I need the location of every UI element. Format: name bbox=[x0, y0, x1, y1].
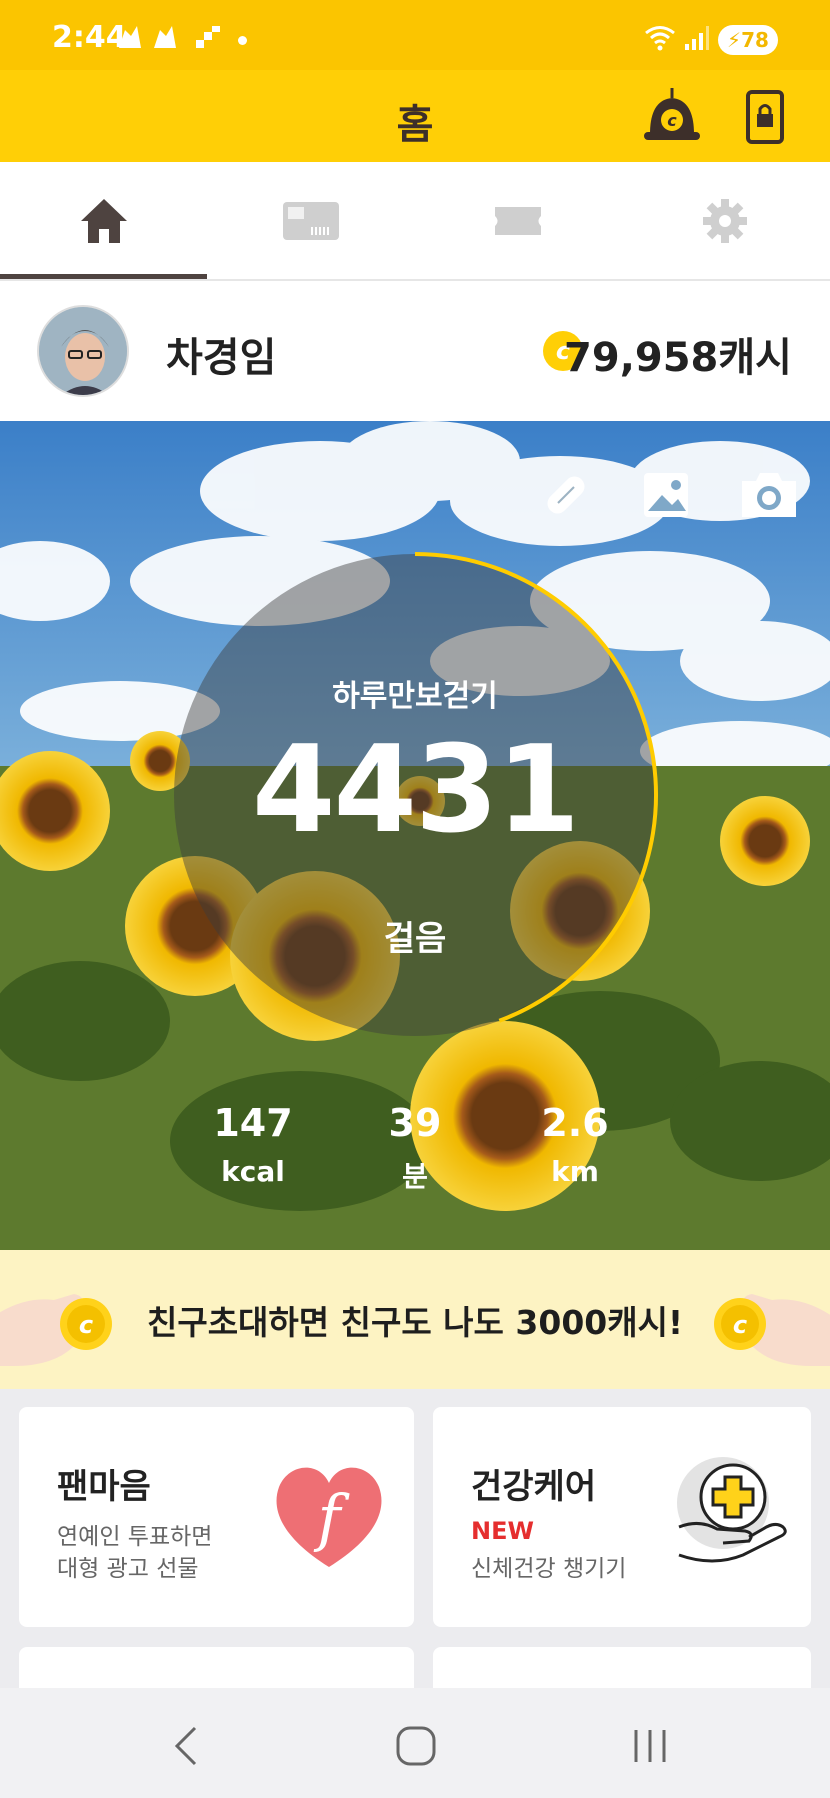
avatar-photo bbox=[39, 307, 127, 395]
gift-card-icon bbox=[282, 201, 339, 240]
stat-minutes-value: 39 bbox=[388, 1101, 442, 1145]
recents-icon bbox=[634, 1730, 666, 1762]
tab-ticket[interactable] bbox=[414, 162, 621, 279]
card-health[interactable]: 건강케어 NEW 신체건강 챙기기 bbox=[433, 1407, 811, 1627]
page-title: 홈 bbox=[396, 102, 434, 148]
card-health-new-badge: NEW bbox=[471, 1517, 534, 1545]
card-fanmaum-title: 팬마음 bbox=[57, 1467, 151, 1507]
invite-banner-text: 친구초대하면 친구도 나도 3000캐시! bbox=[146, 1303, 684, 1342]
profile-row: 차경임 c 79,958캐시 bbox=[0, 281, 830, 421]
battery-bolt-icon: ⚡ bbox=[727, 28, 742, 52]
tab-settings[interactable] bbox=[621, 162, 828, 279]
card-health-title: 건강케어 bbox=[471, 1467, 597, 1507]
card-fanmaum-desc-1: 연예인 투표하면 bbox=[57, 1524, 213, 1550]
home-circle-icon bbox=[396, 1726, 436, 1766]
phone-lock-icon[interactable] bbox=[745, 90, 785, 144]
home-icon bbox=[80, 198, 127, 243]
stat-distance-unit: km bbox=[551, 1155, 599, 1188]
stat-distance-value: 2.6 bbox=[541, 1101, 609, 1145]
back-button[interactable] bbox=[156, 1716, 216, 1776]
cash-bell-icon[interactable]: c bbox=[640, 84, 704, 148]
card-health-desc: 신체건강 챙기기 bbox=[471, 1556, 627, 1582]
battery-level: 78 bbox=[741, 28, 769, 52]
back-icon bbox=[174, 1726, 197, 1766]
card-fanmaum-desc-2: 대형 광고 선물 bbox=[57, 1556, 199, 1582]
gauge-label: 하루만보걷기 bbox=[332, 679, 498, 714]
stat-distance: 2.6 km bbox=[505, 1101, 645, 1188]
svg-text:c: c bbox=[733, 1311, 747, 1339]
cash-balance[interactable]: 79,958캐시 bbox=[564, 325, 792, 383]
stat-minutes-unit: 분 bbox=[402, 1160, 428, 1193]
wifi-icon bbox=[645, 26, 675, 51]
signal-icon bbox=[685, 26, 709, 50]
step-count: 4431 bbox=[252, 721, 580, 860]
step-hero: 하루만보걷기 4431 걸음 147 kcal 39 분 2.6 km bbox=[0, 421, 830, 1250]
fanmaum-heart-icon: f bbox=[276, 1467, 382, 1567]
cash-app-icon bbox=[154, 26, 176, 48]
username: 차경임 bbox=[166, 335, 277, 381]
avatar[interactable] bbox=[37, 305, 129, 397]
cash-app-icon bbox=[119, 26, 141, 48]
app-bar: 홈 c bbox=[0, 70, 830, 162]
tab-bar bbox=[0, 162, 830, 281]
step-unit: 걸음 bbox=[383, 919, 447, 959]
tab-coupon[interactable] bbox=[207, 162, 414, 279]
stat-calories-value: 147 bbox=[213, 1101, 293, 1145]
tab-indicator bbox=[0, 274, 207, 279]
card-fanmaum[interactable]: 팬마음 연예인 투표하면 대형 광고 선물 f bbox=[19, 1407, 414, 1627]
hand-coin-icon: c bbox=[714, 1294, 830, 1366]
invite-banner[interactable]: c 친구초대하면 친구도 나도 3000캐시! c bbox=[0, 1250, 830, 1389]
stat-minutes: 39 분 bbox=[345, 1101, 485, 1195]
ticket-icon bbox=[494, 206, 541, 235]
more-notifications-dot bbox=[238, 36, 247, 45]
svg-text:c: c bbox=[667, 111, 677, 130]
home-button[interactable] bbox=[386, 1716, 446, 1776]
download-icon bbox=[196, 26, 220, 48]
tab-home[interactable] bbox=[0, 162, 207, 279]
system-nav-bar bbox=[0, 1688, 830, 1798]
stat-calories-unit: kcal bbox=[221, 1155, 285, 1188]
gear-icon bbox=[702, 198, 747, 243]
battery-icon: ⚡ 78 bbox=[718, 25, 778, 55]
status-bar: 2:44 ⚡ 78 bbox=[0, 0, 830, 70]
recents-button[interactable] bbox=[620, 1716, 680, 1776]
health-care-hand-icon bbox=[677, 1457, 787, 1563]
stat-calories: 147 kcal bbox=[183, 1101, 323, 1188]
